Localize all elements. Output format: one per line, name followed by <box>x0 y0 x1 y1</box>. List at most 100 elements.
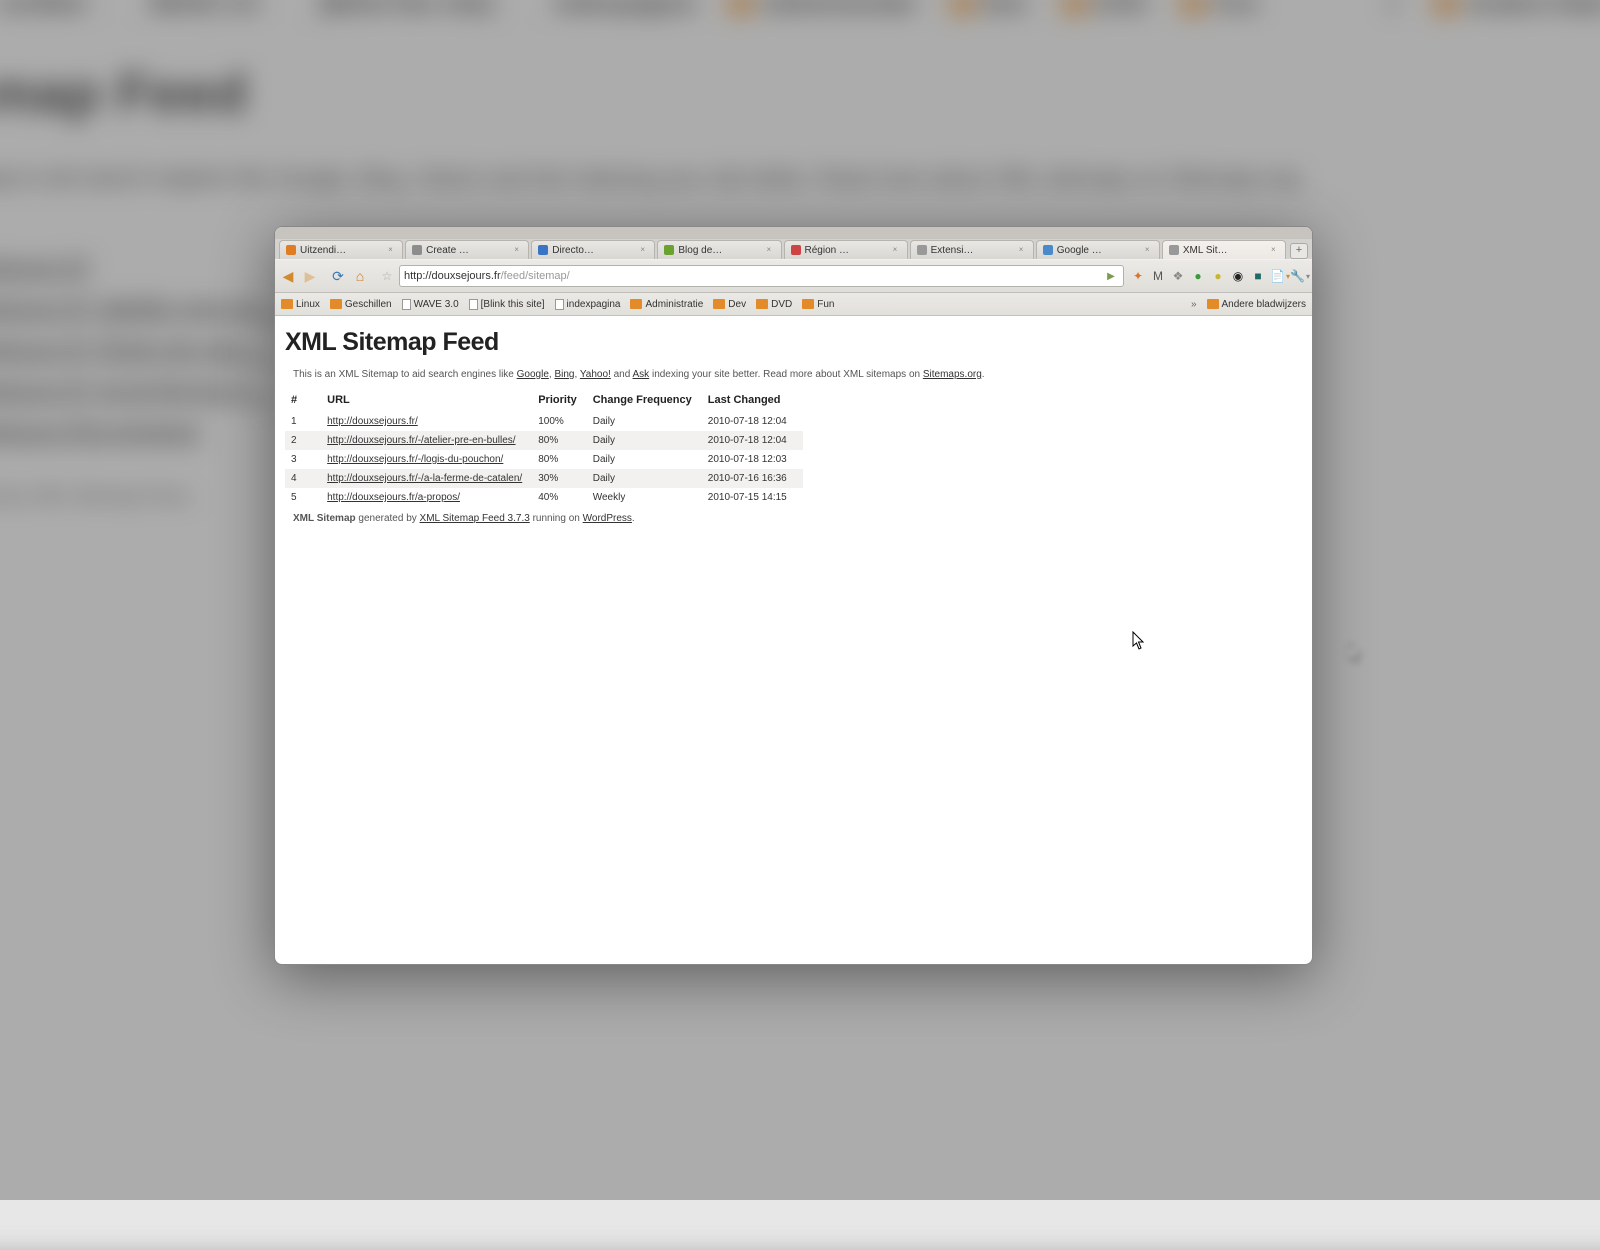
tab-label: Blog de… <box>678 245 762 256</box>
close-tab-icon[interactable]: × <box>388 246 396 254</box>
tab-7[interactable]: XML Sit…× <box>1162 240 1286 259</box>
folder-icon <box>756 299 768 309</box>
go-button[interactable]: ▶ <box>1103 271 1119 282</box>
url-host: http://douxsejours.fr <box>404 270 501 282</box>
sitemap-link[interactable]: http://douxsejours.fr/ <box>327 416 418 427</box>
reload-button[interactable]: ⟳ <box>329 267 347 285</box>
back-button[interactable]: ◀ <box>279 267 297 285</box>
favicon-icon <box>1169 245 1179 255</box>
cell-url: http://douxsejours.fr/-/atelier-pre-en-b… <box>327 431 538 450</box>
cursor-icon <box>1349 644 1363 664</box>
cell-date: 2010-07-18 12:04 <box>708 412 803 431</box>
bookmark-label: Administratie <box>645 299 703 310</box>
sitemap-link[interactable]: http://douxsejours.fr/-/atelier-pre-en-b… <box>327 435 515 446</box>
cell-url: http://douxsejours.fr/ <box>327 412 538 431</box>
other-bookmarks-button[interactable]: Andere bladwijzers <box>1207 299 1307 310</box>
close-tab-icon[interactable]: × <box>767 246 775 254</box>
bookmark-label: Fun <box>817 299 834 310</box>
extension-icon-3[interactable]: ● <box>1190 268 1206 284</box>
tab-label: Région … <box>805 245 889 256</box>
intro-text: This is an XML Sitemap to aid search eng… <box>293 369 1302 380</box>
close-tab-icon[interactable]: × <box>640 246 648 254</box>
extension-icon-5[interactable]: ◉ <box>1230 268 1246 284</box>
link-plugin-version[interactable]: XML Sitemap Feed 3.7.3 <box>420 513 530 524</box>
close-tab-icon[interactable]: × <box>1019 246 1027 254</box>
url-path: /feed/sitemap/ <box>501 270 570 282</box>
link-yahoo[interactable]: Yahoo! <box>580 369 611 380</box>
cell-number: 3 <box>285 450 327 469</box>
bookmarks-bar: Linux Geschillen WAVE 3.0 [Blink this site]… <box>275 293 1312 316</box>
tab-3[interactable]: Blog de… × <box>657 240 781 259</box>
page-icon <box>555 299 564 310</box>
tab-label: Uitzendi… <box>300 245 384 256</box>
cell-priority: 80% <box>538 431 593 450</box>
bookmark-item-0[interactable]: Linux <box>281 299 320 310</box>
close-tab-icon[interactable]: × <box>1271 246 1279 254</box>
extension-icon-2[interactable]: ❖ <box>1170 268 1186 284</box>
page-menu-button[interactable]: 📄▾ <box>1272 268 1288 284</box>
tab-label: Google … <box>1057 245 1141 256</box>
bookmark-item-6[interactable]: Dev <box>713 299 746 310</box>
link-wordpress[interactable]: WordPress <box>583 513 632 524</box>
bookmark-item-3[interactable]: [Blink this site] <box>469 299 545 310</box>
home-button[interactable]: ⌂ <box>351 267 369 285</box>
bookmark-label: DVD <box>771 299 792 310</box>
cell-number: 1 <box>285 412 327 431</box>
folder-icon <box>330 299 342 309</box>
link-google[interactable]: Google <box>517 369 549 380</box>
sitemap-link[interactable]: http://douxsejours.fr/-/logis-du-pouchon… <box>327 454 503 465</box>
table-header-row: # URL Priority Change Frequency Last Cha… <box>285 390 803 412</box>
bookmark-item-7[interactable]: DVD <box>756 299 792 310</box>
folder-icon <box>713 299 725 309</box>
bookmarks-overflow-button[interactable]: » <box>1191 299 1197 310</box>
forward-button[interactable]: ▶ <box>301 267 319 285</box>
bookmark-item-4[interactable]: indexpagina <box>555 299 621 310</box>
folder-icon <box>630 299 642 309</box>
bookmark-item-1[interactable]: Geschillen <box>330 299 392 310</box>
bookmark-label: Linux <box>296 299 320 310</box>
sitemap-link[interactable]: http://douxsejours.fr/-/a-la-ferme-de-ca… <box>327 473 522 484</box>
tab-4[interactable]: Région … × <box>784 240 908 259</box>
extension-icon-1[interactable]: M <box>1150 268 1166 284</box>
tab-1[interactable]: Create … × <box>405 240 529 259</box>
bookmark-label: Geschillen <box>345 299 392 310</box>
extension-icon-4[interactable]: ● <box>1210 268 1226 284</box>
settings-wrench-button[interactable]: 🔧▾ <box>1292 268 1308 284</box>
close-tab-icon[interactable]: × <box>514 246 522 254</box>
tab-2[interactable]: Directo… × <box>531 240 655 259</box>
close-tab-icon[interactable]: × <box>1145 246 1153 254</box>
tab-0[interactable]: Uitzendi… × <box>279 240 403 259</box>
link-ask[interactable]: Ask <box>633 369 650 380</box>
bookmark-item-5[interactable]: Administratie <box>630 299 703 310</box>
new-tab-button[interactable]: + <box>1290 243 1308 259</box>
close-tab-icon[interactable]: × <box>893 246 901 254</box>
tab-label: Create … <box>426 245 510 256</box>
tab-5[interactable]: Extensi… × <box>910 240 1034 259</box>
cell-date: 2010-07-18 12:03 <box>708 450 803 469</box>
link-bing[interactable]: Bing <box>554 369 574 380</box>
cell-freq: Daily <box>593 450 708 469</box>
extension-icon-0[interactable]: ✦ <box>1130 268 1146 284</box>
cell-url: http://douxsejours.fr/-/logis-du-pouchon… <box>327 450 538 469</box>
sitemap-link[interactable]: http://douxsejours.fr/a-propos/ <box>327 492 460 503</box>
favicon-icon <box>1043 245 1053 255</box>
address-bar[interactable]: http://douxsejours.fr/feed/sitemap/ ▶ <box>399 265 1124 287</box>
page-icon <box>469 299 478 310</box>
table-row: 1http://douxsejours.fr/100%Daily2010-07-… <box>285 412 803 431</box>
bookmark-item-2[interactable]: WAVE 3.0 <box>402 299 459 310</box>
col-changed: Last Changed <box>708 390 803 412</box>
tab-label: Directo… <box>552 245 636 256</box>
cell-date: 2010-07-16 16:36 <box>708 469 803 488</box>
cell-date: 2010-07-18 12:04 <box>708 431 803 450</box>
extension-icon-6[interactable]: ■ <box>1250 268 1266 284</box>
tab-6[interactable]: Google … × <box>1036 240 1160 259</box>
cell-freq: Daily <box>593 469 708 488</box>
window-title-bar[interactable] <box>275 227 1312 239</box>
bookmark-item-8[interactable]: Fun <box>802 299 834 310</box>
tab-label: Extensi… <box>931 245 1015 256</box>
bookmark-label: indexpagina <box>567 299 621 310</box>
link-sitemapsorg[interactable]: Sitemaps.org <box>923 369 982 380</box>
col-url: URL <box>327 390 538 412</box>
sitemap-table: # URL Priority Change Frequency Last Cha… <box>285 390 803 507</box>
bookmark-star-button[interactable]: ☆ <box>379 268 395 284</box>
